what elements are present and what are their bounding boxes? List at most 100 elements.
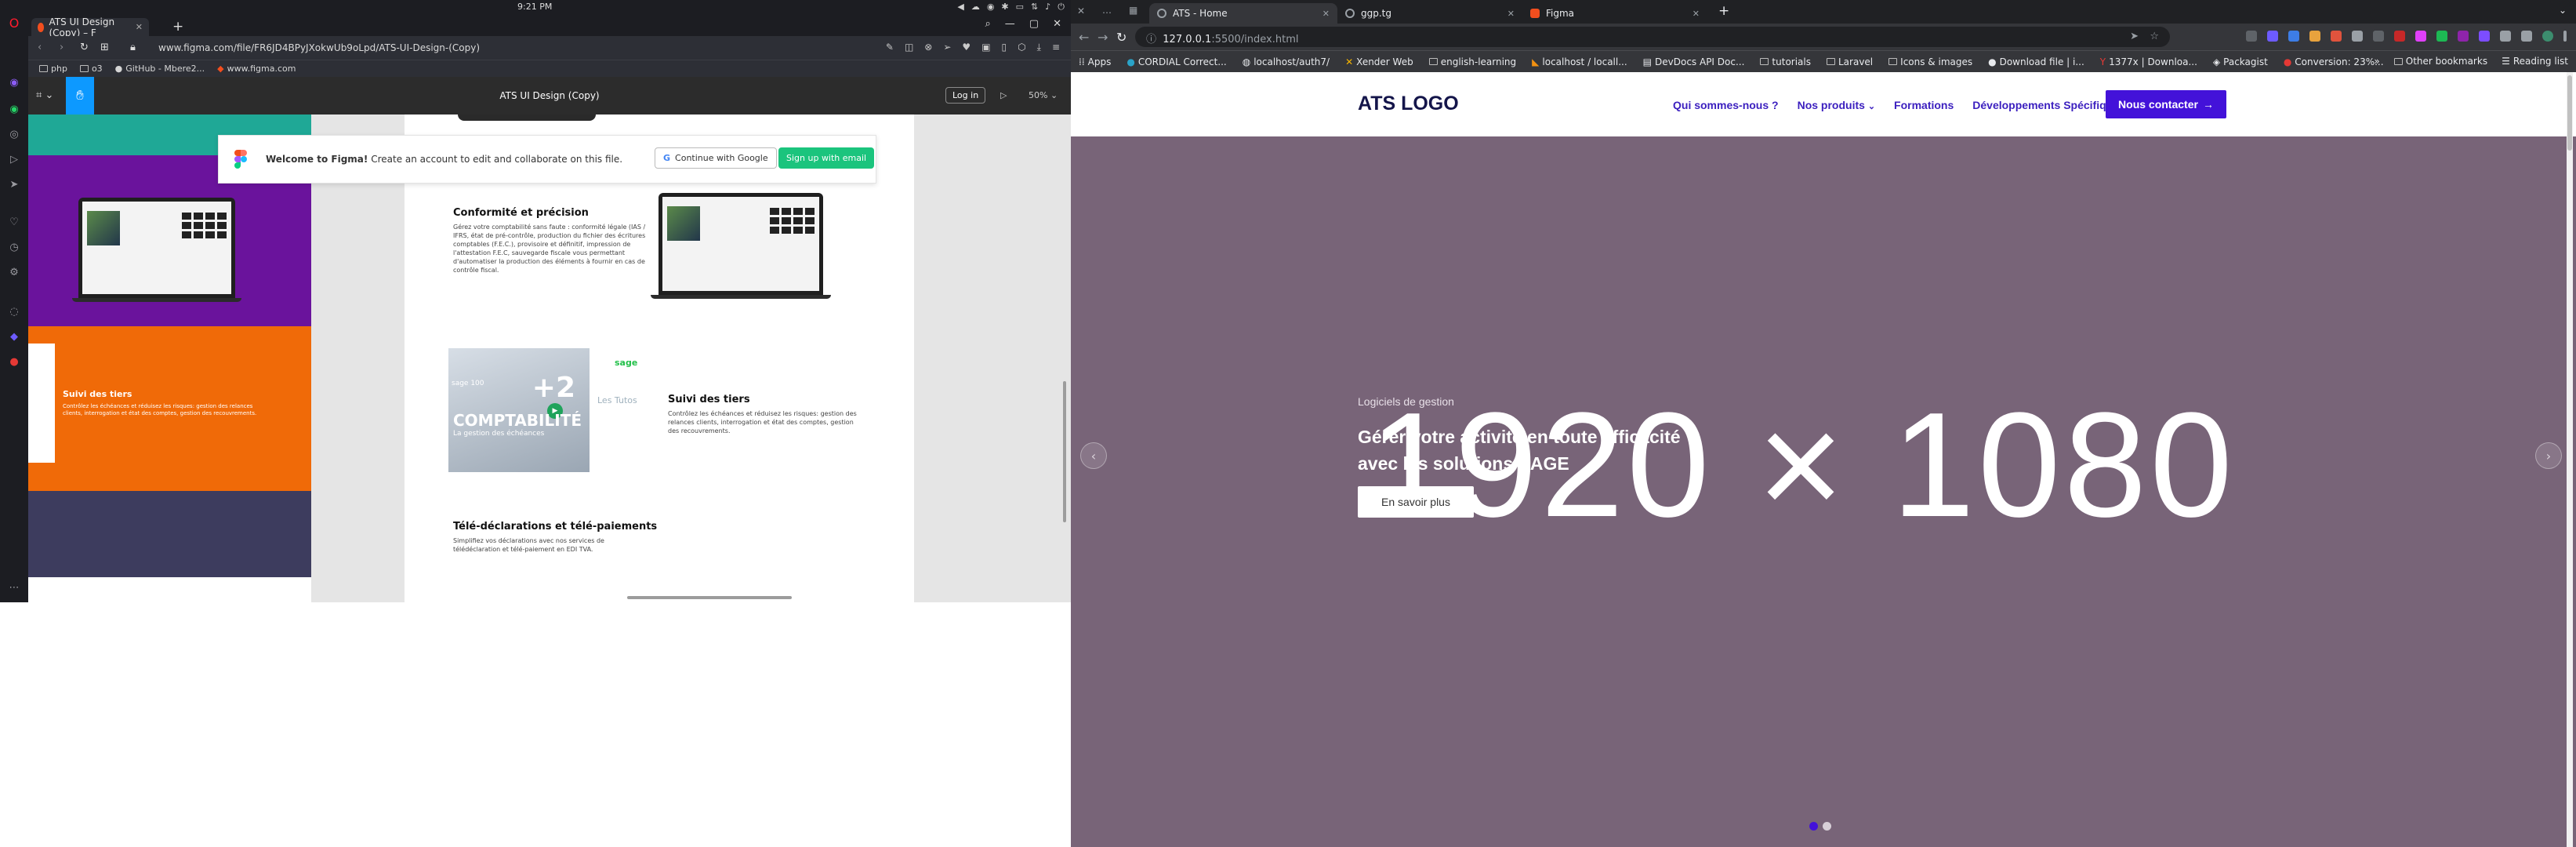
- back-icon[interactable]: ‹: [38, 42, 42, 53]
- tab-search-icon[interactable]: ⌄: [2559, 5, 2567, 16]
- volume-icon[interactable]: ◀: [957, 2, 963, 13]
- extension-icon[interactable]: [2373, 31, 2384, 42]
- avatar[interactable]: [2542, 31, 2553, 42]
- star-icon[interactable]: ☆: [2150, 31, 2159, 42]
- bookmark-php[interactable]: php: [39, 64, 67, 74]
- nav-formations[interactable]: Formations: [1894, 99, 1954, 111]
- bookmark-item[interactable]: Laravel: [1827, 56, 1873, 67]
- lightbulb-icon[interactable]: ◌: [6, 304, 22, 320]
- extension-icon[interactable]: [2415, 31, 2426, 42]
- extension-icon[interactable]: [2458, 31, 2469, 42]
- reload-icon[interactable]: ↻: [80, 42, 89, 53]
- url-field[interactable]: ⓘ 127.0.0.1:5500/index.html ➤ ☆: [1135, 27, 2170, 47]
- bookmark-item[interactable]: ◈ Packagist: [2213, 56, 2268, 67]
- extension-icon[interactable]: [2246, 31, 2257, 42]
- reload-icon[interactable]: ↻: [1116, 30, 1127, 45]
- vpn-icon[interactable]: ⊗: [924, 42, 932, 53]
- close-icon[interactable]: ✕: [1693, 9, 1700, 19]
- instagram-icon[interactable]: ◎: [6, 127, 22, 143]
- zoom-level[interactable]: 50% ⌄: [1029, 90, 1058, 100]
- present-icon[interactable]: ▷: [1000, 90, 1007, 100]
- carousel-next-button[interactable]: ›: [2535, 442, 2562, 469]
- close-icon[interactable]: ✕: [1077, 5, 1085, 16]
- battery-saver-icon[interactable]: ▯: [1002, 42, 1007, 53]
- history-icon[interactable]: ◷: [6, 240, 22, 256]
- video-thumbnail[interactable]: sage 100 +2 ▶ COMPTABILITÉ La gestion de…: [448, 348, 590, 472]
- sound-icon[interactable]: ♪: [1045, 2, 1050, 13]
- opera-logo-icon[interactable]: O: [6, 16, 22, 31]
- puzzle-icon[interactable]: [2521, 31, 2532, 42]
- vertical-scrollbar[interactable]: [1063, 381, 1066, 522]
- bookmark-item[interactable]: ● Conversion: 23%...: [2284, 56, 2384, 67]
- carousel-dot[interactable]: [1823, 822, 1831, 831]
- learn-more-button[interactable]: En savoir plus: [1358, 486, 1474, 518]
- tab-overflow-icon[interactable]: …: [1102, 5, 1112, 16]
- menu-icon[interactable]: ≡: [1052, 42, 1060, 53]
- forward-icon[interactable]: ›: [60, 42, 63, 53]
- bookmark-item[interactable]: ✕ Xender Web: [1345, 56, 1413, 67]
- carousel-prev-button[interactable]: ‹: [1080, 442, 1107, 469]
- menu-icon[interactable]: [2563, 31, 2567, 42]
- bookmark-o3[interactable]: o3: [79, 64, 103, 74]
- pinned-tab-icon[interactable]: ▦: [1129, 5, 1137, 16]
- edit-icon[interactable]: ✎: [886, 42, 894, 53]
- sign-up-email-button[interactable]: Sign up with email: [778, 147, 875, 169]
- heart-icon[interactable]: ♡: [6, 215, 22, 231]
- contact-button[interactable]: Nous contacter →: [2106, 90, 2226, 118]
- tabs-grid-icon[interactable]: ⊞: [100, 42, 109, 53]
- bookmark-item[interactable]: ⁞⁞ Apps: [1079, 56, 1111, 67]
- download-icon[interactable]: ⤓: [1037, 42, 1041, 53]
- close-window-icon[interactable]: ✕: [1053, 18, 1061, 30]
- more-icon[interactable]: ⋯: [6, 580, 22, 596]
- bookmark-item[interactable]: ▤ DevDocs API Doc...: [1643, 56, 1745, 67]
- extension-icon[interactable]: [2436, 31, 2447, 42]
- bookmark-item[interactable]: ◣ localhost / locall...: [1532, 56, 1627, 67]
- continue-with-google-button[interactable]: G Continue with Google: [655, 147, 777, 169]
- info-icon[interactable]: ⓘ: [1146, 34, 1156, 45]
- nav-developpements[interactable]: Développements Spécifiques: [1972, 99, 2125, 111]
- bookmark-item[interactable]: ◍ localhost/auth7/: [1243, 56, 1330, 67]
- chrome-icon[interactable]: ◉: [987, 2, 995, 13]
- new-tab-button[interactable]: +: [1718, 3, 1729, 19]
- bookmark-figma[interactable]: ◆ www.figma.com: [217, 64, 296, 74]
- extension-icon[interactable]: [2394, 31, 2405, 42]
- gear-icon[interactable]: ⚙: [6, 265, 22, 281]
- tab-figma[interactable]: ATS UI Design (Copy) – F ✕: [31, 16, 149, 38]
- send-icon[interactable]: ➤: [6, 177, 22, 193]
- player-icon[interactable]: ▷: [6, 152, 22, 168]
- extension-icon[interactable]: ▣: [981, 42, 990, 53]
- power-icon[interactable]: ⏻: [1058, 2, 1065, 13]
- bookmark-item[interactable]: Y 1377x | Downloa...: [2100, 56, 2197, 67]
- maximize-icon[interactable]: ▢: [1029, 18, 1039, 30]
- extension-icon[interactable]: ●: [6, 354, 22, 370]
- horizontal-scrollbar[interactable]: [627, 596, 792, 599]
- figma-canvas[interactable]: Suivi des tiers Contrôlez les échéances …: [28, 115, 1071, 602]
- cloud-icon[interactable]: ☁: [971, 2, 980, 13]
- bookmark-item[interactable]: english-learning: [1428, 56, 1516, 67]
- bookmark-item[interactable]: ● CORDIAL Correct...: [1127, 56, 1226, 67]
- login-button[interactable]: Log in: [945, 87, 986, 104]
- forward-icon[interactable]: →: [1098, 30, 1108, 45]
- close-icon[interactable]: ✕: [1508, 9, 1515, 19]
- extension-icon[interactable]: [2331, 31, 2342, 42]
- send-icon[interactable]: ➢: [943, 42, 951, 53]
- extension-icon[interactable]: [2288, 31, 2299, 42]
- site-logo[interactable]: ATS LOGO: [1358, 93, 1459, 115]
- back-icon[interactable]: ←: [1079, 30, 1089, 45]
- close-icon[interactable]: ✕: [1322, 9, 1330, 19]
- share-icon[interactable]: ➤: [2130, 31, 2139, 42]
- search-icon[interactable]: ⌕: [985, 18, 991, 30]
- extension-icon[interactable]: [2267, 31, 2278, 42]
- other-bookmarks[interactable]: Other bookmarks: [2393, 56, 2487, 67]
- carousel-dot[interactable]: [1809, 822, 1818, 831]
- network-icon[interactable]: ⇅: [1031, 2, 1038, 13]
- extension-icon[interactable]: [2309, 31, 2320, 42]
- extension-icon[interactable]: [2352, 31, 2363, 42]
- nav-qui-sommes-nous[interactable]: Qui sommes-nous ?: [1673, 99, 1779, 111]
- minimize-icon[interactable]: —: [1005, 18, 1015, 30]
- camera-icon[interactable]: ◫: [905, 42, 913, 53]
- more-bookmarks-icon[interactable]: »: [2374, 56, 2379, 67]
- scrollbar-thumb[interactable]: [2567, 75, 2572, 151]
- nav-nos-produits[interactable]: Nos produits ⌄: [1798, 99, 1875, 111]
- battery-icon[interactable]: ▭: [1016, 2, 1024, 13]
